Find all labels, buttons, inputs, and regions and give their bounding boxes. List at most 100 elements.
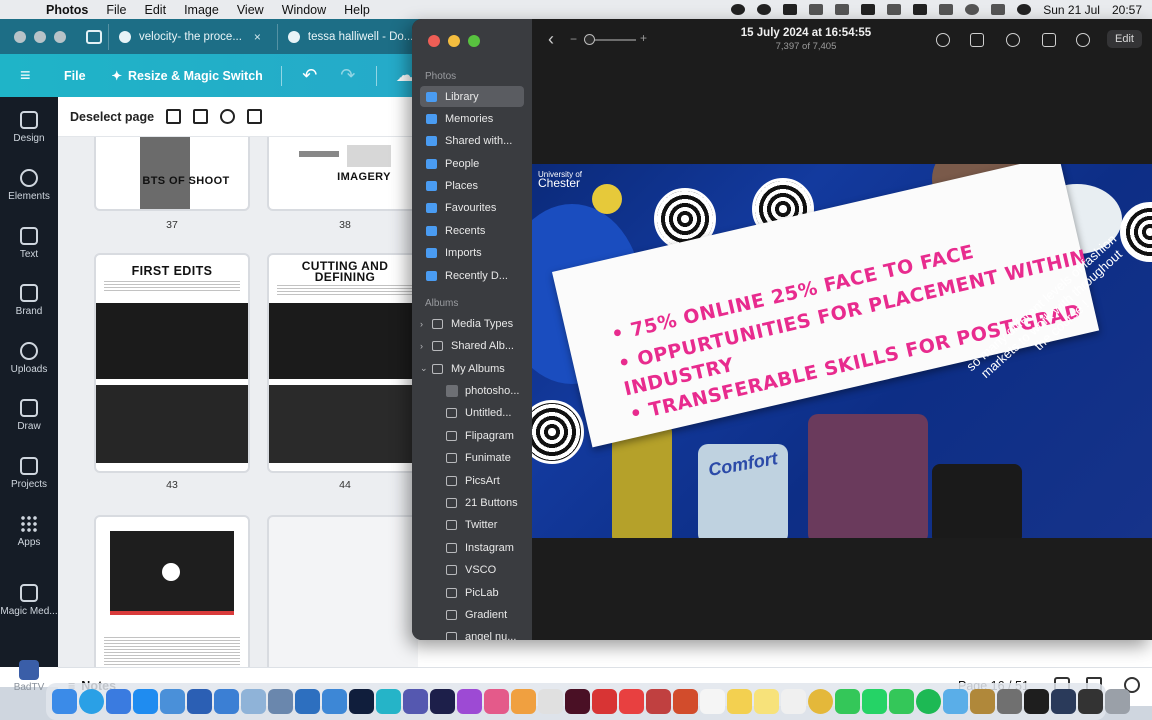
sidebar-item-album[interactable]: angel nu... bbox=[440, 626, 524, 640]
adobe-icon[interactable] bbox=[757, 4, 772, 15]
sidebar-item-elements[interactable]: Elements bbox=[0, 169, 58, 202]
chevron-right-icon[interactable]: › bbox=[420, 341, 430, 351]
sidebar-item-album[interactable]: PicLab bbox=[440, 582, 524, 603]
capcut-icon[interactable] bbox=[1024, 689, 1049, 714]
teams-icon[interactable] bbox=[403, 689, 428, 714]
app-store-icon[interactable] bbox=[133, 689, 158, 714]
sidebar-item-album[interactable]: Funimate bbox=[440, 447, 524, 468]
maps-icon[interactable] bbox=[943, 689, 968, 714]
sidebar-item-draw[interactable]: Draw bbox=[0, 399, 58, 432]
zoom-out-icon[interactable]: − bbox=[570, 32, 577, 46]
sidebar-item-shared[interactable]: Shared with... bbox=[420, 130, 524, 151]
minimize-window-button[interactable] bbox=[448, 35, 460, 47]
sidebar-item-people[interactable]: People bbox=[420, 153, 524, 174]
app-icon[interactable] bbox=[241, 689, 266, 714]
spotlight-search-icon[interactable] bbox=[965, 4, 980, 15]
menu-icon[interactable]: ≡ bbox=[20, 65, 40, 86]
canva-icon[interactable] bbox=[376, 689, 401, 714]
app-icon[interactable] bbox=[1078, 689, 1103, 714]
info-icon[interactable] bbox=[936, 33, 950, 47]
indesign-icon[interactable] bbox=[565, 689, 590, 714]
trash-icon[interactable] bbox=[1105, 689, 1130, 714]
app-icon[interactable] bbox=[538, 689, 563, 714]
stickies-icon[interactable] bbox=[754, 689, 779, 714]
reminders-icon[interactable] bbox=[781, 689, 806, 714]
magic-wand-icon[interactable] bbox=[1076, 33, 1090, 47]
dictionary-icon[interactable] bbox=[646, 689, 671, 714]
volume-icon[interactable] bbox=[809, 4, 824, 15]
podcasts-icon[interactable] bbox=[457, 689, 482, 714]
app-icon[interactable] bbox=[619, 689, 644, 714]
spotify-icon[interactable] bbox=[916, 689, 941, 714]
app-icon[interactable] bbox=[214, 689, 239, 714]
messages-icon[interactable] bbox=[889, 689, 914, 714]
menu-edit[interactable]: Edit bbox=[145, 3, 167, 17]
sidebar-item-memories[interactable]: Memories bbox=[420, 108, 524, 129]
deselect-page-button[interactable]: Deselect page bbox=[70, 110, 154, 124]
rotate-icon[interactable] bbox=[1042, 33, 1056, 47]
delete-page-icon[interactable] bbox=[247, 109, 263, 124]
sidebar-item-places[interactable]: Places bbox=[420, 175, 524, 196]
page-thumbnail[interactable]: IMAGERY bbox=[267, 137, 418, 211]
badtv-app-icon[interactable] bbox=[19, 660, 39, 680]
heart-icon[interactable] bbox=[1006, 33, 1020, 47]
undo-icon[interactable]: ↶ bbox=[300, 65, 320, 86]
sidebar-item-album[interactable]: Instagram bbox=[440, 537, 524, 558]
zoom-in-icon[interactable]: + bbox=[640, 31, 647, 45]
menu-window[interactable]: Window bbox=[282, 3, 326, 17]
sidebar-item-design[interactable]: Design bbox=[0, 111, 58, 144]
photos-icon[interactable] bbox=[511, 689, 536, 714]
keyboard-gb-icon[interactable] bbox=[861, 4, 876, 15]
browser-tab[interactable]: velocity- the proce... × bbox=[108, 23, 271, 50]
finder-icon[interactable] bbox=[52, 689, 77, 714]
app-icon[interactable] bbox=[1051, 689, 1076, 714]
minimize-window-button[interactable] bbox=[34, 30, 46, 43]
play-icon[interactable] bbox=[162, 563, 180, 581]
sidebar-item-text[interactable]: Text bbox=[0, 227, 58, 260]
powerpoint-icon[interactable] bbox=[673, 689, 698, 714]
close-tab-icon[interactable]: × bbox=[254, 30, 261, 44]
sidebar-item-brand[interactable]: Brand bbox=[0, 284, 58, 317]
sidebar-item-my-albums[interactable]: ⌄ My Albums bbox=[420, 358, 524, 379]
home-icon[interactable] bbox=[86, 29, 102, 44]
bluetooth-icon[interactable] bbox=[887, 4, 902, 15]
menu-app-name[interactable]: Photos bbox=[46, 3, 88, 17]
sidebar-item-album[interactable]: 21 Buttons bbox=[440, 492, 524, 513]
share-icon[interactable] bbox=[970, 33, 984, 47]
photoshop-icon[interactable] bbox=[349, 689, 374, 714]
back-chevron-icon[interactable]: ‹ bbox=[548, 29, 554, 50]
menubar-date[interactable]: Sun 21 Jul bbox=[1043, 3, 1100, 17]
sidebar-item-recently-deleted[interactable]: Recently D... bbox=[420, 265, 524, 286]
sidebar-item-album[interactable]: Untitled... bbox=[440, 402, 524, 423]
menu-view[interactable]: View bbox=[237, 3, 264, 17]
app-icon[interactable] bbox=[970, 689, 995, 714]
wifi-icon[interactable] bbox=[939, 4, 954, 15]
settings-icon[interactable] bbox=[997, 689, 1022, 714]
page-thumbnail[interactable] bbox=[267, 515, 418, 667]
sidebar-item-shared-albums[interactable]: › Shared Alb... bbox=[420, 335, 524, 356]
menu-file[interactable]: File bbox=[106, 3, 126, 17]
sidebar-item-media-types[interactable]: › Media Types bbox=[420, 313, 524, 334]
facetime-icon[interactable] bbox=[835, 689, 860, 714]
close-window-button[interactable] bbox=[14, 30, 26, 43]
app-icon[interactable] bbox=[322, 689, 347, 714]
safari-icon[interactable] bbox=[79, 689, 104, 714]
chrome-icon[interactable] bbox=[808, 689, 833, 714]
sidebar-item-projects[interactable]: Projects bbox=[0, 457, 58, 490]
sidebar-item-library[interactable]: Library bbox=[420, 86, 524, 107]
sidebar-item-apps[interactable]: Apps bbox=[0, 515, 58, 548]
zoom-icon[interactable] bbox=[160, 689, 185, 714]
page-thumbnail[interactable]: FIRST EDITS bbox=[94, 253, 250, 473]
sidebar-item-imports[interactable]: Imports bbox=[420, 242, 524, 263]
redo-icon[interactable]: ↷ bbox=[338, 65, 358, 86]
app-icon[interactable] bbox=[592, 689, 617, 714]
outlook-icon[interactable] bbox=[295, 689, 320, 714]
zoom-window-button[interactable] bbox=[468, 35, 480, 47]
sidebar-item-album[interactable]: Gradient bbox=[440, 604, 524, 625]
app-icon[interactable] bbox=[484, 689, 509, 714]
sidebar-item-album[interactable]: VSCO bbox=[440, 559, 524, 580]
edit-button[interactable]: Edit bbox=[1107, 30, 1142, 48]
close-window-button[interactable] bbox=[428, 35, 440, 47]
play-icon[interactable] bbox=[835, 4, 850, 15]
sidebar-item-album[interactable]: Twitter bbox=[440, 514, 524, 535]
